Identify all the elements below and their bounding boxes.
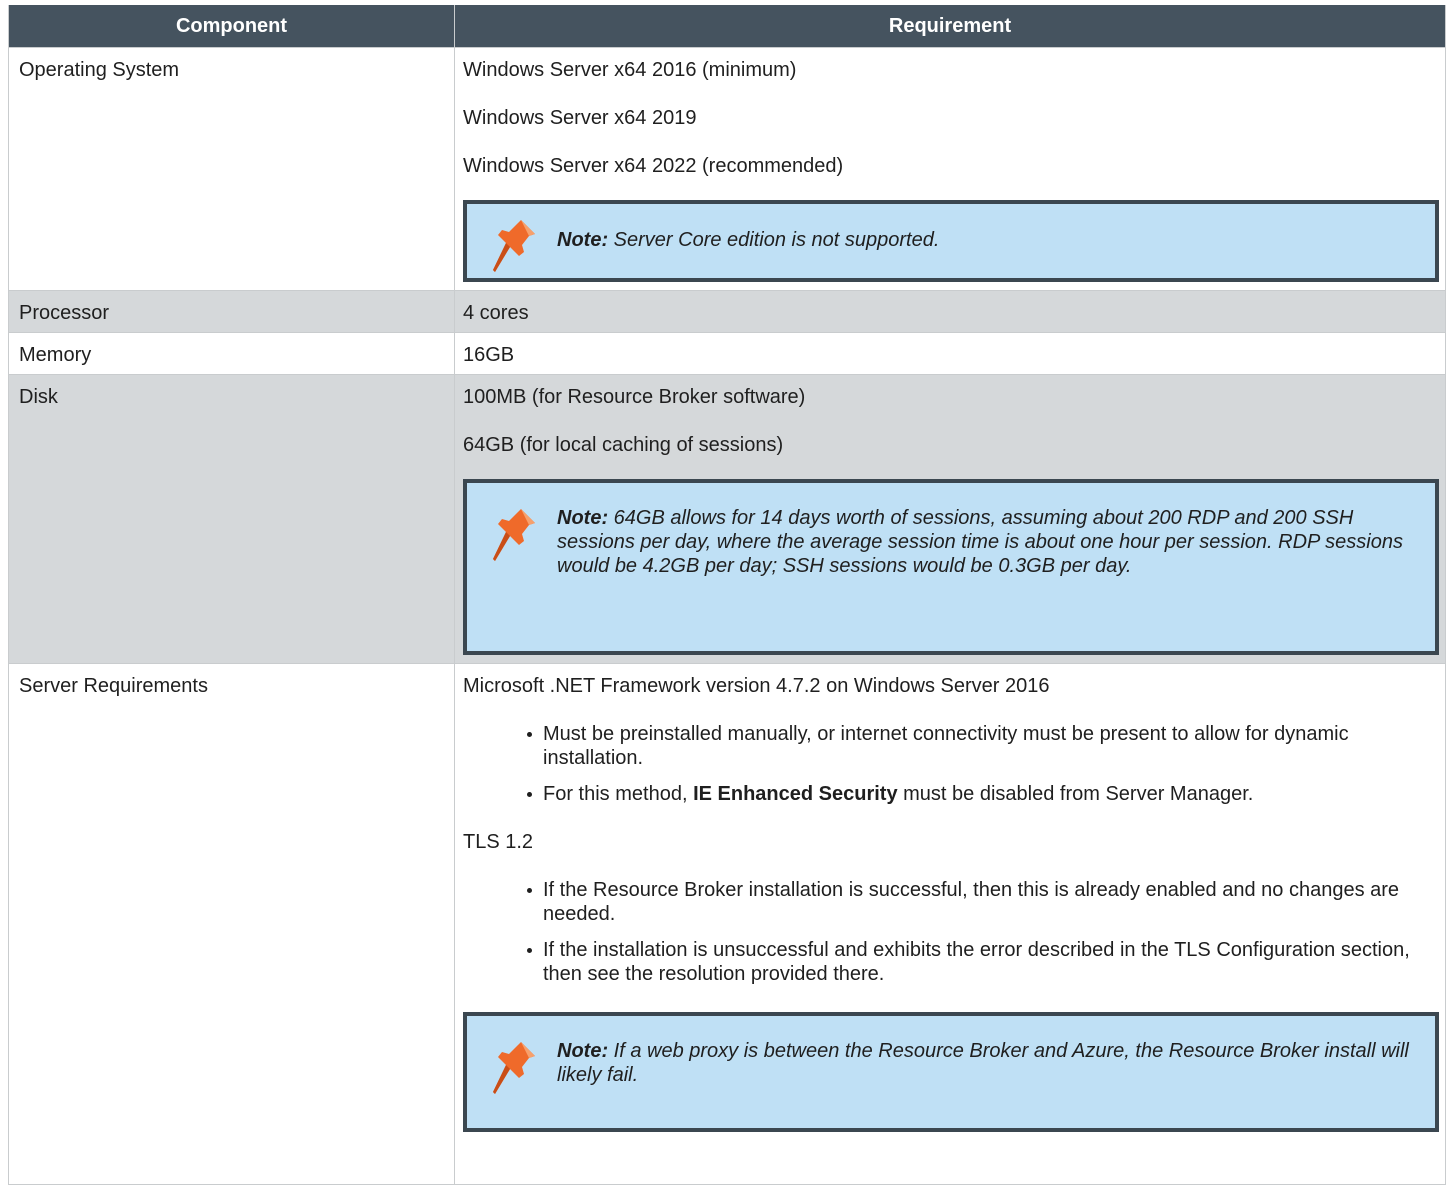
table-row: Server Requirements Microsoft .NET Frame… [8, 663, 1446, 1185]
component-label: Server Requirements [19, 675, 208, 697]
header-requirement: Requirement [454, 5, 1446, 48]
net-bullet-list: Must be preinstalled manually, or intern… [463, 722, 1439, 806]
tls-bullet-list: If the Resource Broker installation is s… [463, 878, 1439, 986]
note-box: Note: 64GB allows for 14 days worth of s… [463, 479, 1439, 655]
note-text: Note: Server Core edition is not support… [557, 229, 940, 251]
table-row: Disk 100MB (for Resource Broker software… [8, 374, 1446, 664]
pushpin-icon [493, 1042, 535, 1094]
list-item: For this method, IE Enhanced Security mu… [527, 782, 1439, 806]
pushpin-icon [493, 509, 535, 561]
component-label: Disk [19, 386, 58, 408]
header-component: Component [8, 5, 455, 48]
table-header-row: Component Requirement [8, 5, 1446, 48]
requirement-line: TLS 1.2 [463, 831, 534, 853]
requirement-line: Windows Server x64 2022 (recommended) [463, 155, 844, 177]
note-text: Note: If a web proxy is between the Reso… [557, 1040, 1409, 1086]
requirement-line: Windows Server x64 2019 [463, 107, 697, 129]
list-item: If the installation is unsuccessful and … [527, 938, 1439, 986]
requirements-table: Component Requirement Operating System W… [8, 5, 1446, 1185]
requirement-line: Microsoft .NET Framework version 4.7.2 o… [463, 675, 1050, 697]
note-box: Note: Server Core edition is not support… [463, 200, 1439, 282]
list-item: If the Resource Broker installation is s… [527, 878, 1439, 926]
component-label: Operating System [19, 59, 180, 81]
requirement-line: 100MB (for Resource Broker software) [463, 386, 806, 408]
pushpin-icon [493, 220, 535, 272]
component-label: Processor [19, 302, 110, 324]
requirement-line: 64GB (for local caching of sessions) [463, 434, 784, 456]
table-row: Processor 4 cores [8, 290, 1446, 333]
list-item: Must be preinstalled manually, or intern… [527, 722, 1439, 770]
requirement-value: 4 cores [463, 302, 529, 324]
table-row: Memory 16GB [8, 332, 1446, 375]
table-row: Operating System Windows Server x64 2016… [8, 47, 1446, 291]
note-box: Note: If a web proxy is between the Reso… [463, 1012, 1439, 1132]
requirement-value: 16GB [463, 344, 515, 366]
component-label: Memory [19, 344, 92, 366]
requirement-line: Windows Server x64 2016 (minimum) [463, 59, 797, 81]
note-text: Note: 64GB allows for 14 days worth of s… [557, 507, 1403, 577]
